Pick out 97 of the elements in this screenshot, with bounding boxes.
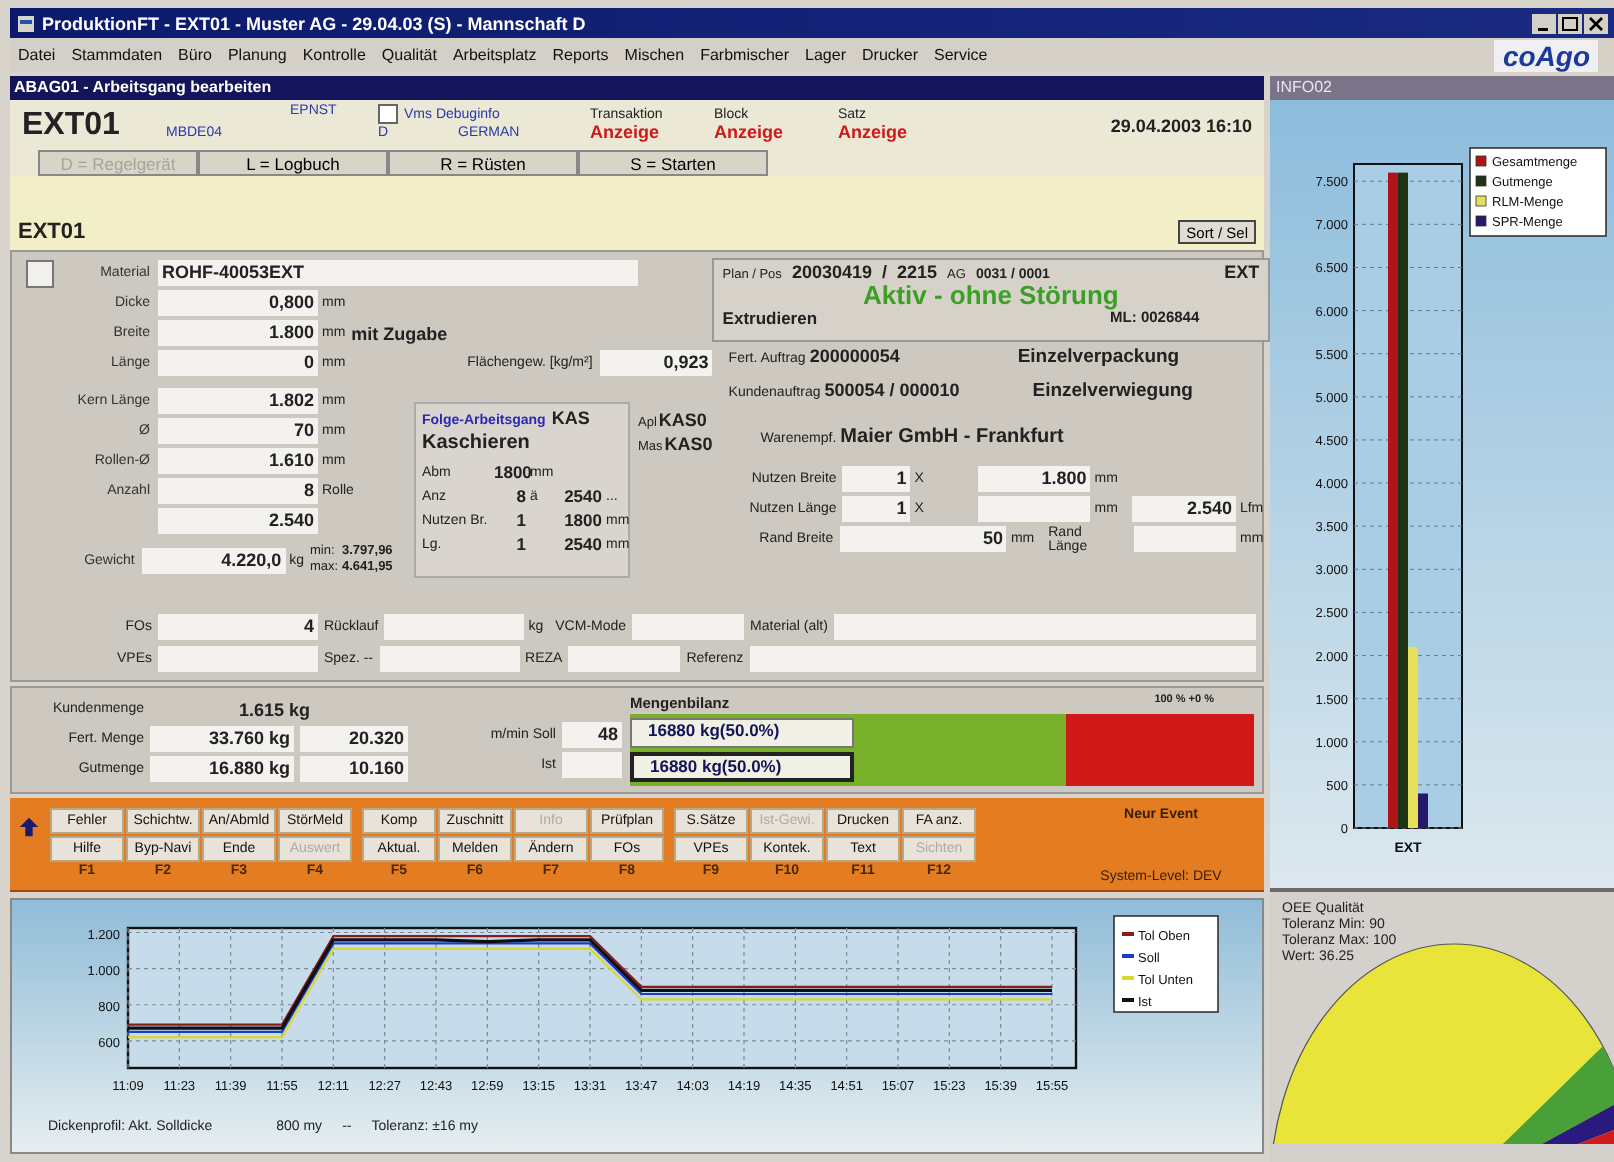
checkbox[interactable] — [378, 104, 398, 124]
input-field[interactable] — [749, 645, 1256, 671]
field-value: 1800 — [494, 462, 526, 482]
legend-swatch — [1475, 175, 1487, 187]
action-button[interactable]: L = Logbuch — [198, 150, 388, 176]
status-text: Aktiv - ohne Störung — [861, 282, 1121, 308]
menu-item[interactable]: Drucker — [862, 46, 919, 64]
record-code: EXT01 — [22, 107, 122, 143]
logo: coAgo — [1494, 39, 1598, 71]
quantity-field: 16880 kg(50.0%) — [630, 752, 854, 782]
input-field[interactable] — [384, 613, 525, 639]
menu-item[interactable]: Farbmischer — [700, 46, 790, 64]
menu-item[interactable]: Stammdaten — [71, 46, 163, 64]
input-field[interactable] — [568, 645, 681, 671]
input-field[interactable]: 50 — [839, 526, 1007, 552]
plan-number: 20030419 — [791, 262, 872, 282]
input-field[interactable]: 16.880 kg — [150, 756, 294, 782]
input-field[interactable]: 70 — [158, 418, 318, 444]
packing-mode: Einzelverwiegung — [1032, 380, 1193, 402]
menu-item[interactable]: Arbeitsplatz — [452, 46, 537, 64]
select-button[interactable] — [26, 259, 54, 287]
note-text: mit Zugabe — [351, 323, 448, 343]
app-icon — [16, 13, 36, 33]
input-field[interactable]: 2.540 — [1131, 496, 1236, 522]
menu-item[interactable]: Lager — [805, 46, 846, 64]
packing-mode: Einzelverpackung — [1017, 346, 1180, 368]
mode-value: Anzeige — [714, 122, 786, 142]
input-field[interactable]: 48 — [562, 722, 622, 748]
input-field[interactable] — [562, 752, 622, 778]
recipient-name: Maier GmbH - Frankfurt — [840, 426, 1064, 448]
field-value: KAS0 — [664, 434, 713, 454]
position-number: 2215 — [897, 262, 938, 282]
input-field[interactable] — [379, 645, 520, 671]
close-icon[interactable] — [1584, 13, 1608, 33]
input-field[interactable]: 0,800 — [158, 290, 318, 316]
legend-box — [1113, 915, 1219, 1013]
input-field[interactable]: 20.320 — [300, 726, 408, 752]
separator-text: / — [881, 262, 887, 282]
legend-box — [1469, 147, 1607, 237]
field-value: KAS0 — [658, 410, 707, 430]
menu-item[interactable]: Reports — [552, 46, 609, 64]
material-field[interactable]: ROHF-40053EXT — [158, 260, 638, 286]
input-field[interactable]: 8 — [158, 478, 318, 504]
input-field[interactable]: 0,923 — [600, 350, 713, 376]
panel-title: INFO02 — [1270, 76, 1614, 100]
menu-item[interactable]: Qualität — [381, 46, 437, 64]
minimize-icon[interactable] — [1532, 13, 1556, 33]
type-code: EXT — [1224, 262, 1260, 282]
field-value: 2540 — [564, 534, 602, 554]
input-field[interactable]: 10.160 — [300, 756, 408, 782]
window-title: ProduktionFT - EXT01 - Muster AG - 29.04.03 (S) - Mannschaft D — [42, 13, 586, 33]
mode-value: Anzeige — [590, 122, 662, 142]
field-value: 1 — [514, 534, 526, 554]
input-field[interactable] — [632, 613, 745, 639]
input-field[interactable]: 4 — [158, 613, 318, 639]
date-time: 29.04.2003 16:10 — [1110, 115, 1252, 135]
input-field[interactable]: 1 — [842, 496, 911, 522]
menu-item[interactable]: Kontrolle — [302, 46, 366, 64]
input-field[interactable] — [158, 645, 318, 671]
field-value: 2540 — [564, 486, 602, 506]
input-field[interactable]: 1.800 — [978, 466, 1091, 492]
menu-item[interactable]: Büro — [178, 46, 212, 64]
input-field[interactable] — [833, 613, 1256, 639]
order-number: 200000054 — [809, 346, 902, 366]
maximize-icon[interactable] — [1558, 13, 1582, 33]
field-value: 1800 — [564, 510, 602, 530]
legend-swatch — [1475, 195, 1487, 207]
input-field[interactable]: 1.800 — [158, 320, 318, 346]
input-field[interactable]: 1.802 — [158, 388, 318, 414]
input-field[interactable] — [978, 496, 1091, 522]
field-value: 8 — [514, 486, 526, 506]
menu-item[interactable]: Mischen — [624, 46, 685, 64]
input-field[interactable]: 1.610 — [158, 448, 318, 474]
record-code: EXT01 — [18, 220, 86, 244]
form-title: ABAG01 - Arbeitsgang bearbeiten — [10, 76, 1264, 100]
action-button[interactable]: R = Rüsten — [388, 150, 578, 176]
action-button[interactable]: S = Starten — [578, 150, 768, 176]
input-field[interactable]: 1 — [842, 466, 911, 492]
menu-item[interactable]: Service — [934, 46, 988, 64]
input-field[interactable]: 4.220,0 — [142, 547, 286, 573]
next-step-name: Kaschieren — [422, 432, 532, 454]
input-field[interactable]: 0 — [158, 350, 318, 376]
field-value: 1 — [514, 510, 526, 530]
input-field[interactable]: 2.540 — [158, 508, 318, 534]
up-arrow-icon[interactable] — [18, 816, 40, 838]
input-field[interactable]: 33.760 kg — [150, 726, 294, 752]
legend-swatch — [1475, 155, 1487, 167]
mode-value: Anzeige — [838, 122, 910, 142]
next-step-code: KAS — [551, 408, 590, 428]
order-number: 500054 / 000010 — [824, 380, 962, 400]
menu-item[interactable]: Planung — [227, 46, 287, 64]
legend-swatch — [1475, 215, 1487, 227]
input-field[interactable] — [1134, 526, 1236, 552]
field-value: 1.615 kg — [236, 699, 310, 719]
quantity-field: 16880 kg(50.0%) — [630, 718, 854, 748]
operation-name: Extrudieren — [722, 308, 818, 328]
menu-item[interactable]: Datei — [18, 46, 56, 64]
